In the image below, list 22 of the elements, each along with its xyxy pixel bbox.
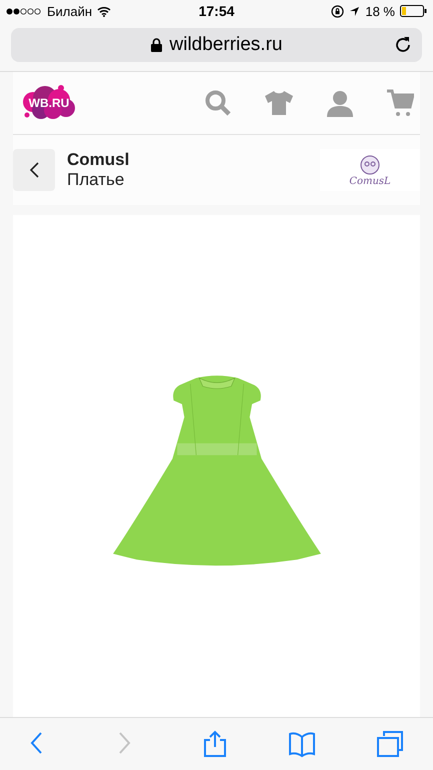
t-shirt-icon[interactable] [264, 90, 294, 116]
product-name: Платье [67, 170, 126, 190]
open-book-icon[interactable] [289, 730, 318, 758]
brand-name: Comusl [67, 150, 130, 170]
rotation-lock-icon [331, 4, 344, 18]
address-field[interactable]: wildberries.ru [11, 28, 422, 62]
user-icon[interactable] [327, 90, 353, 116]
carrier-name: Билайн [47, 4, 92, 18]
wifi-icon [97, 6, 112, 16]
battery-icon [400, 5, 427, 17]
clock-time: 17:54 [198, 3, 234, 19]
location-arrow-icon [349, 6, 360, 16]
site-logo[interactable]: WB.RU [21, 82, 77, 124]
reload-icon[interactable] [395, 36, 412, 54]
cart-icon[interactable] [386, 89, 414, 117]
search-icon[interactable] [205, 90, 231, 116]
battery-percent: 18 % [365, 4, 395, 18]
chevron-left-icon [30, 162, 38, 178]
signal-icon [6, 8, 42, 14]
back-button[interactable] [13, 149, 55, 191]
lock-icon [150, 38, 162, 52]
tabs-icon[interactable] [376, 730, 404, 758]
